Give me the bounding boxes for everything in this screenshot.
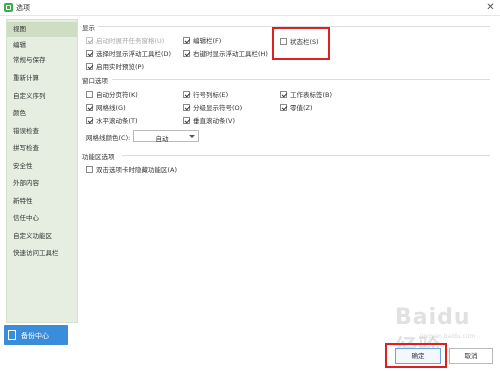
backup-center-label: 备份中心	[21, 332, 49, 340]
option-sheet-tabs[interactable]: 工作表标签(B)	[280, 89, 332, 99]
option-label: 启动时展开任务窗格(U)	[96, 37, 165, 45]
option-formula-bar[interactable]: 编辑栏(F)	[183, 35, 221, 45]
option-label: 分级显示符号(O)	[193, 104, 243, 112]
checkbox[interactable]	[86, 165, 93, 173]
sidebar-item-recalculate[interactable]: 重新计算	[7, 71, 77, 86]
highlight-box	[272, 27, 330, 60]
checkbox[interactable]	[86, 90, 93, 98]
display-section-title: 显示	[82, 24, 95, 32]
option-expand-task-pane[interactable]: 启动时展开任务窗格(U)	[86, 35, 164, 45]
option-auto-page-break[interactable]: 自动分页符(K)	[86, 89, 138, 99]
option-label: 行号列标(E)	[193, 91, 229, 99]
window-title: 选项	[16, 4, 30, 12]
option-float-toolbar-select[interactable]: 选择时显示浮动工具栏(D)	[86, 48, 171, 58]
ribbon-options-title: 功能区选项	[82, 153, 115, 161]
checkbox[interactable]	[183, 116, 190, 124]
sidebar-item-quick-access[interactable]: 快速访问工具栏	[7, 246, 77, 261]
option-label: 自动分页符(K)	[96, 91, 138, 99]
backup-icon	[8, 330, 16, 340]
option-label: 双击选项卡时隐藏功能区(A)	[96, 166, 178, 174]
cancel-button[interactable]: 取消	[449, 348, 493, 364]
sidebar-item-customize-ribbon[interactable]: 自定义功能区	[7, 229, 77, 244]
sidebar-item-external-content[interactable]: 外部内容	[7, 176, 77, 191]
sidebar-item-custom-lists[interactable]: 自定义序列	[7, 89, 77, 104]
sidebar-item-edit[interactable]: 编辑	[7, 38, 77, 53]
chevron-down-icon	[189, 135, 195, 138]
title-bar: 选项 ✕	[0, 0, 500, 16]
sidebar-item-security[interactable]: 安全性	[7, 159, 77, 174]
app-icon	[4, 3, 13, 12]
checkbox[interactable]	[280, 90, 287, 98]
option-row-col-headers[interactable]: 行号列标(E)	[183, 89, 228, 99]
option-label: 垂直滚动条(V)	[193, 117, 236, 125]
sidebar-item-trust-center[interactable]: 信任中心	[7, 211, 77, 226]
sidebar-item-color[interactable]: 颜色	[7, 106, 77, 121]
option-label: 编辑栏(F)	[193, 37, 222, 45]
ribbon-options-divider	[122, 155, 490, 156]
window-options-title: 窗口选项	[82, 77, 108, 85]
option-label: 右键时显示浮动工具栏(H)	[193, 50, 268, 58]
option-float-toolbar-rightclick[interactable]: 右键时显示浮动工具栏(H)	[183, 48, 268, 58]
option-label: 启用实时预览(P)	[96, 63, 144, 71]
option-label: 工作表标签(B)	[290, 91, 333, 99]
sidebar-item-spell-check[interactable]: 拼写检查	[7, 141, 77, 156]
option-label: 网格线(G)	[96, 104, 126, 112]
checkbox[interactable]	[86, 49, 93, 57]
gridline-color-dropdown[interactable]: 自动	[133, 130, 199, 143]
checkbox[interactable]	[183, 90, 190, 98]
checkbox[interactable]	[86, 36, 93, 44]
sidebar-item-error-check[interactable]: 错误检查	[7, 124, 77, 139]
sidebar-item-general-save[interactable]: 常规与保存	[7, 53, 77, 68]
option-live-preview[interactable]: 启用实时预览(P)	[86, 61, 144, 71]
option-zero-values[interactable]: 零值(Z)	[280, 102, 313, 112]
checkbox[interactable]	[86, 116, 93, 124]
option-gridlines[interactable]: 网格线(G)	[86, 102, 126, 112]
option-double-click-hide-ribbon[interactable]: 双击选项卡时隐藏功能区(A)	[86, 164, 177, 174]
gridline-color-label: 网格线颜色(C):	[86, 134, 131, 142]
sidebar: 视图 编辑 常规与保存 重新计算 自定义序列 颜色 错误检查 拼写检查 安全性 …	[6, 19, 78, 323]
watermark-url: jingyan.baidu.com	[420, 333, 476, 340]
option-outline-symbols[interactable]: 分级显示符号(O)	[183, 102, 242, 112]
checkbox[interactable]	[183, 49, 190, 57]
window-options-divider	[112, 79, 490, 80]
ok-button[interactable]: 确定	[395, 348, 441, 364]
close-icon[interactable]: ✕	[483, 0, 498, 15]
option-label: 水平滚动条(T)	[96, 117, 138, 125]
checkbox[interactable]	[280, 103, 287, 111]
sidebar-item-new-features[interactable]: 新特性	[7, 194, 77, 209]
dropdown-value: 自动	[155, 135, 169, 143]
checkbox[interactable]	[86, 62, 93, 70]
option-horizontal-scrollbar[interactable]: 水平滚动条(T)	[86, 115, 138, 125]
checkbox[interactable]	[183, 103, 190, 111]
sidebar-item-view[interactable]: 视图	[7, 22, 77, 37]
option-vertical-scrollbar[interactable]: 垂直滚动条(V)	[183, 115, 235, 125]
checkbox[interactable]	[86, 103, 93, 111]
checkbox[interactable]	[183, 36, 190, 44]
option-label: 选择时显示浮动工具栏(D)	[96, 50, 172, 58]
option-label: 零值(Z)	[290, 104, 313, 112]
